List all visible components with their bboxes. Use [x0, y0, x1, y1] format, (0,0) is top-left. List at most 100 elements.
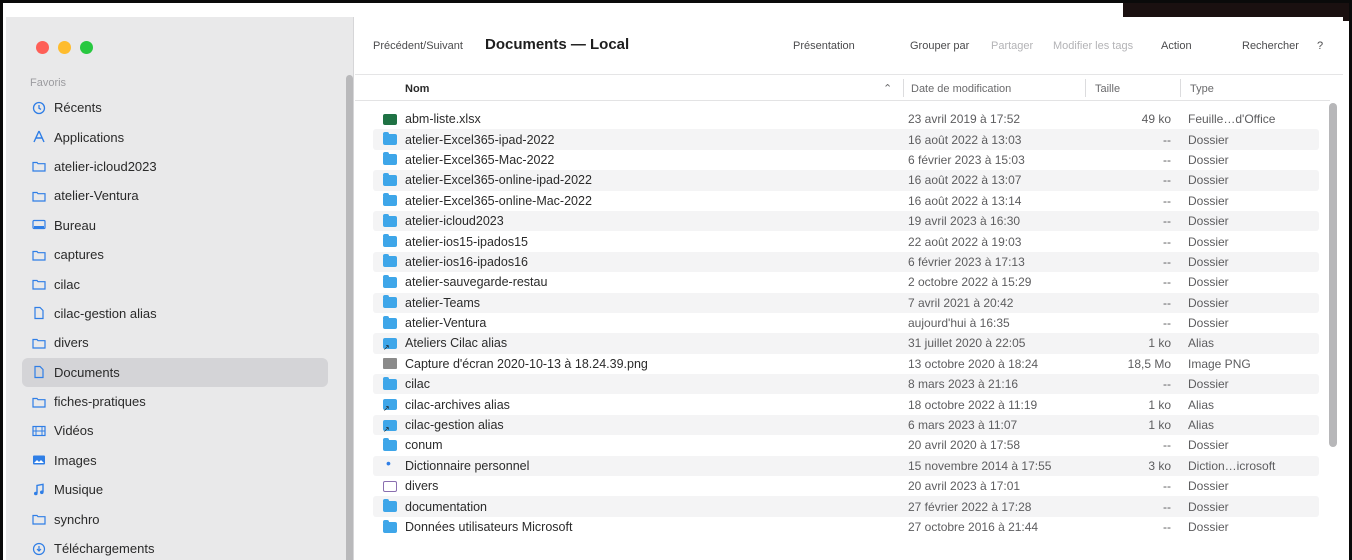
toolbar: Précédent/Suivant Documents — Local Prés… — [355, 17, 1343, 75]
file-row[interactable]: atelier-Excel365-online-ipad-2022 16 août… — [373, 170, 1319, 191]
share-button[interactable]: Partager — [991, 40, 1033, 52]
sidebar-item-divers[interactable]: divers — [22, 328, 328, 357]
file-row[interactable]: cilac-archives alias 18 octobre 2022 à 11… — [373, 394, 1319, 414]
sidebar-item-label: Applications — [54, 129, 125, 145]
column-type[interactable]: Type — [1190, 83, 1214, 95]
zoom-button[interactable] — [80, 41, 93, 54]
file-row[interactable]: atelier-icloud2023 19 avril 2023 à 16:30 -… — [373, 210, 1319, 232]
file-type: Alias — [1188, 418, 1215, 433]
column-divider — [1085, 79, 1086, 97]
minimize-button[interactable] — [58, 41, 71, 54]
file-list-scrollbar[interactable] — [1329, 103, 1337, 447]
file-name: atelier-Teams — [405, 295, 481, 310]
sidebar-item-atelier-ventura[interactable]: atelier-Ventura — [22, 181, 328, 210]
file-size: -- — [1163, 479, 1171, 494]
file-date: 6 février 2023 à 17:13 — [908, 254, 1025, 269]
file-size: -- — [1163, 499, 1171, 514]
folder-icon — [32, 159, 46, 173]
more-button[interactable]: ? — [1317, 40, 1323, 52]
file-date: aujourd'hui à 16:35 — [908, 316, 1010, 331]
sidebar-scrollbar[interactable] — [346, 75, 353, 560]
file-row[interactable]: Capture d'écran 2020-10-13 à 18.24.39.pn… — [373, 354, 1319, 374]
sidebar-item-captures[interactable]: captures — [22, 240, 328, 269]
file-date: 31 juillet 2020 à 22:05 — [908, 336, 1026, 351]
file-type: Dossier — [1188, 377, 1229, 392]
file-row[interactable]: abm-liste.xlsx 23 avril 2019 à 17:52 49 ko… — [373, 109, 1319, 129]
file-row[interactable]: atelier-ios15-ipados15 22 août 2022 à 19:… — [373, 231, 1319, 251]
action-button[interactable]: Action — [1161, 40, 1192, 52]
column-size[interactable]: Taille — [1095, 83, 1120, 95]
file-name: atelier-sauvegarde-restau — [405, 275, 548, 290]
file-row[interactable]: atelier-Excel365-Mac-2022 6 février 2023 … — [373, 150, 1319, 170]
column-name[interactable]: Nom — [405, 83, 429, 95]
folder-icon — [32, 512, 46, 526]
sidebar-item-applications[interactable]: Applications — [22, 122, 328, 151]
applications-icon — [32, 130, 46, 144]
file-date: 13 octobre 2020 à 18:24 — [908, 356, 1039, 371]
folder-icon — [383, 132, 397, 146]
file-row[interactable]: atelier-Teams 7 avril 2021 à 20:42 -- Dossi… — [373, 292, 1319, 313]
file-type: Dossier — [1188, 295, 1229, 310]
sidebar-item-vid-os[interactable]: Vidéos — [22, 416, 328, 445]
sidebar-item-atelier-icloud2023[interactable]: atelier-icloud2023 — [22, 152, 328, 181]
sidebar-item-cilac-gestion-alias[interactable]: cilac-gestion alias — [22, 299, 328, 328]
sidebar-item-musique[interactable]: Musique — [22, 475, 328, 504]
file-type: Dossier — [1188, 438, 1229, 453]
folder-icon — [32, 248, 46, 262]
file-name: atelier-ios15-ipados15 — [405, 234, 528, 249]
sidebar-item-fiches-pratiques[interactable]: fiches-pratiques — [22, 387, 328, 416]
folder-icon — [383, 315, 397, 329]
file-row[interactable]: Dictionnaire personnel 15 novembre 2014 à… — [373, 455, 1319, 477]
close-button[interactable] — [36, 41, 49, 54]
edit-tags-button[interactable]: Modifier les tags — [1053, 40, 1133, 52]
file-name: cilac — [405, 377, 431, 392]
file-row[interactable]: divers 20 avril 2023 à 17:01 -- Dossier — [373, 476, 1319, 496]
file-name: Données utilisateurs Microsoft — [405, 520, 573, 534]
sidebar-item-t-l-chargements[interactable]: Téléchargements — [22, 534, 328, 560]
file-date: 27 octobre 2016 à 21:44 — [908, 520, 1039, 534]
file-type: Diction…icrosoft — [1188, 458, 1276, 473]
column-header: Nom ⌃ Date de modification Taille Type — [355, 75, 1330, 101]
sidebar-item-bureau[interactable]: Bureau — [22, 211, 328, 240]
file-row[interactable]: cilac-gestion alias 6 mars 2023 à 11:07 1 … — [373, 414, 1319, 436]
file-date: 27 février 2022 à 17:28 — [908, 499, 1032, 514]
sidebar-item-cilac[interactable]: cilac — [22, 269, 328, 298]
sidebar-item-documents[interactable]: Documents — [22, 357, 328, 387]
column-date[interactable]: Date de modification — [911, 83, 1011, 95]
file-date: 20 avril 2020 à 17:58 — [908, 438, 1021, 453]
file-type: Feuille…d'Office — [1188, 112, 1276, 127]
file-size: -- — [1163, 295, 1171, 310]
divers-icon — [383, 480, 397, 492]
file-size: -- — [1163, 152, 1171, 167]
file-row[interactable]: Ateliers Cilac alias 31 juillet 2020 à 22… — [373, 333, 1319, 354]
file-type: Alias — [1188, 336, 1215, 351]
file-row[interactable]: atelier-Ventura aujourd'hui à 16:35 -- Doss… — [373, 313, 1319, 333]
folder-icon — [383, 254, 397, 268]
file-row[interactable]: atelier-Excel365-online-Mac-2022 16 août … — [373, 191, 1319, 211]
view-button[interactable]: Présentation — [793, 40, 855, 52]
file-name: cilac-gestion alias — [405, 418, 504, 433]
back-forward-button[interactable]: Précédent/Suivant — [373, 40, 463, 52]
group-by-button[interactable]: Grouper par — [910, 40, 969, 52]
sort-chevron-icon[interactable]: ⌃ — [883, 82, 892, 95]
file-name: atelier-Excel365-ipad-2022 — [405, 132, 555, 147]
file-row[interactable]: conum 20 avril 2020 à 17:58 -- Dossier — [373, 435, 1319, 455]
sidebar-section-favorites: Favoris — [30, 77, 67, 89]
folder-icon — [383, 193, 397, 207]
sidebar-item-r-cents[interactable]: Récents — [22, 93, 328, 122]
file-row[interactable]: cilac 8 mars 2023 à 21:16 -- Dossier — [373, 374, 1319, 395]
file-row[interactable]: Données utilisateurs Microsoft 27 octobre… — [373, 517, 1319, 537]
file-row[interactable]: documentation 27 février 2022 à 17:28 -- Do… — [373, 496, 1319, 517]
file-row[interactable]: atelier-sauvegarde-restau 2 octobre 2022 … — [373, 272, 1319, 292]
file-type: Dossier — [1188, 316, 1229, 331]
file-size: 1 ko — [1148, 397, 1171, 412]
file-size: -- — [1163, 132, 1171, 147]
file-type: Image PNG — [1188, 356, 1251, 371]
sidebar-item-images[interactable]: Images — [22, 446, 328, 475]
file-row[interactable]: atelier-ios16-ipados16 6 février 2023 à 1… — [373, 251, 1319, 273]
sidebar-item-synchro[interactable]: synchro — [22, 504, 328, 533]
file-date: 23 avril 2019 à 17:52 — [908, 112, 1021, 127]
file-row[interactable]: atelier-Excel365-ipad-2022 16 août 2022 à… — [373, 129, 1319, 150]
file-type: Dossier — [1188, 499, 1229, 514]
search-button[interactable]: Rechercher — [1242, 40, 1299, 52]
